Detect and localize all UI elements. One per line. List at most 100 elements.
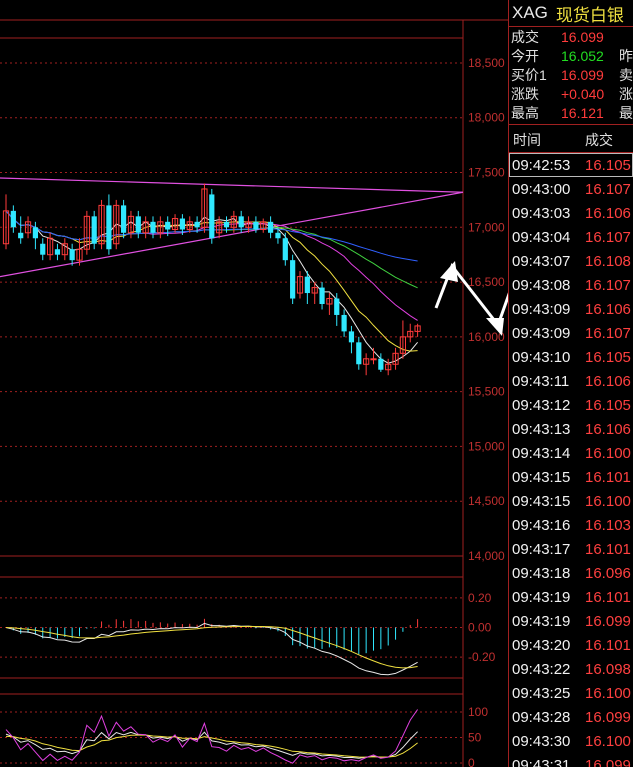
tick-row[interactable]: 09:43:12 16.105 <box>509 393 633 417</box>
tick-row[interactable]: 09:43:15 16.101 <box>509 465 633 489</box>
tick-price: 16.099 <box>585 708 631 726</box>
tick-price: 16.098 <box>585 660 631 678</box>
quote-value: 16.121 <box>561 104 604 121</box>
tick-price: 16.107 <box>585 180 631 198</box>
tick-row[interactable]: 09:43:04 16.107 <box>509 225 633 249</box>
tick-row[interactable]: 09:43:11 16.106 <box>509 369 633 393</box>
candle-body <box>304 276 310 294</box>
instrument-symbol: XAG <box>512 3 548 22</box>
tick-price: 16.106 <box>585 372 631 390</box>
price-axis-label: 18,500 <box>468 56 505 70</box>
candle-body <box>32 227 38 239</box>
tick-time: 09:43:15 <box>512 492 571 510</box>
candle-body <box>238 216 244 228</box>
tick-price: 16.100 <box>585 684 631 702</box>
quote-label: 最高 <box>511 104 539 121</box>
tick-row[interactable]: 09:43:10 16.105 <box>509 345 633 369</box>
tick-time: 09:43:15 <box>512 468 571 486</box>
tick-row[interactable]: 09:43:13 16.106 <box>509 417 633 441</box>
tick-row[interactable]: 09:43:18 16.096 <box>509 561 633 585</box>
tick-row[interactable]: 09:43:19 16.099 <box>509 609 633 633</box>
macd-axis-label: 0.20 <box>468 591 492 605</box>
tick-time: 09:43:16 <box>512 516 571 534</box>
tick-time: 09:43:00 <box>512 180 571 198</box>
kdj-line <box>5 709 419 764</box>
tick-price: 16.107 <box>585 276 631 294</box>
tick-price: 16.100 <box>585 492 631 510</box>
kdj-axis-label: 0 <box>468 756 475 767</box>
tick-time: 09:43:20 <box>512 636 571 654</box>
ticks-header: 时间 成交 <box>509 128 633 153</box>
price-axis-label: 16,500 <box>468 275 505 289</box>
quote-label: 成交 <box>511 28 539 45</box>
price-axis-label: 17,500 <box>468 166 505 180</box>
tick-row[interactable]: 09:42:53 16.105 <box>509 153 633 177</box>
tick-time: 09:43:09 <box>512 300 571 318</box>
trend-line-lower <box>0 191 464 278</box>
ticks-header-price: 成交 <box>585 132 613 148</box>
tick-row[interactable]: 09:43:15 16.100 <box>509 489 633 513</box>
tick-price: 16.107 <box>585 324 631 342</box>
candle-body <box>334 298 340 315</box>
macd-dea-line <box>5 625 418 669</box>
quote-label-secondary: 最低 <box>619 104 633 121</box>
ticks-header-time: 时间 <box>513 132 541 148</box>
tick-row[interactable]: 09:43:19 16.101 <box>509 585 633 609</box>
tick-time: 09:42:53 <box>512 156 571 174</box>
tick-time: 09:43:31 <box>512 756 571 767</box>
candle-body <box>370 358 377 361</box>
quote-row: 成交 16.099 <box>509 27 633 46</box>
tick-row[interactable]: 09:43:25 16.100 <box>509 681 633 705</box>
instrument-title[interactable]: XAG 现货白银 <box>509 0 633 27</box>
tick-time: 09:43:03 <box>512 204 571 222</box>
kdj-panel: 100 50 0 <box>0 693 488 767</box>
macd-dif-line <box>5 622 418 676</box>
tick-row[interactable]: 09:43:28 16.099 <box>509 705 633 729</box>
quote-value: +0.040 <box>561 85 605 102</box>
candle-body <box>290 260 296 299</box>
tick-row[interactable]: 09:43:03 16.106 <box>509 201 633 225</box>
arrow-path <box>496 292 508 326</box>
candle-body <box>150 221 156 233</box>
tick-row[interactable]: 09:43:09 16.107 <box>509 321 633 345</box>
tick-time: 09:43:25 <box>512 684 571 702</box>
kline-chart[interactable]: 18,50018,00017,50017,00016,50016,00015,5… <box>0 0 508 767</box>
tick-row[interactable]: 09:43:22 16.098 <box>509 657 633 681</box>
annotation-arrows <box>434 261 508 336</box>
price-axis-label: 14,500 <box>468 494 505 508</box>
price-axis-label: 18,000 <box>468 111 505 125</box>
candle-body <box>341 314 347 332</box>
candle-body <box>10 210 16 228</box>
tick-price: 16.106 <box>585 300 631 318</box>
candle-body <box>179 218 185 230</box>
tick-row[interactable]: 09:43:14 16.100 <box>509 441 633 465</box>
instrument-name: 现货白银 <box>555 5 624 25</box>
quote-label: 买价1 <box>511 66 547 83</box>
tick-time: 09:43:17 <box>512 540 571 558</box>
tick-row[interactable]: 09:43:07 16.108 <box>509 249 633 273</box>
candle-body <box>253 221 259 230</box>
tick-list[interactable]: 09:42:53 16.105 09:43:00 16.107 09:43:03 16.1… <box>509 153 633 767</box>
tick-row[interactable]: 09:43:00 16.107 <box>509 177 633 201</box>
candle-body <box>40 243 46 255</box>
quote-row: 买价1 16.099 卖价 <box>509 65 633 84</box>
candlesticks <box>2 183 421 376</box>
price-axis-label: 15,500 <box>468 385 505 399</box>
quote-summary: 成交 16.099 今开 16.052 昨结买价1 16.099 卖价涨跌 +0.040 涨幅最… <box>509 27 633 125</box>
tick-row[interactable]: 09:43:17 16.101 <box>509 537 633 561</box>
tick-row[interactable]: 09:43:16 16.103 <box>509 513 633 537</box>
tick-row[interactable]: 09:43:20 16.101 <box>509 633 633 657</box>
candle-body <box>135 216 141 233</box>
tick-price: 16.101 <box>585 468 631 486</box>
candle-body <box>282 238 288 261</box>
tick-price: 16.105 <box>585 156 631 174</box>
tick-row[interactable]: 09:43:31 16.099 <box>509 753 633 767</box>
tick-price: 16.106 <box>585 420 631 438</box>
tick-price: 16.106 <box>585 204 631 222</box>
tick-time: 09:43:22 <box>512 660 571 678</box>
price-grid <box>0 19 508 767</box>
tick-row[interactable]: 09:43:09 16.106 <box>509 297 633 321</box>
tick-row[interactable]: 09:43:08 16.107 <box>509 273 633 297</box>
tick-row[interactable]: 09:43:30 16.100 <box>509 729 633 753</box>
candle-body <box>223 221 230 228</box>
